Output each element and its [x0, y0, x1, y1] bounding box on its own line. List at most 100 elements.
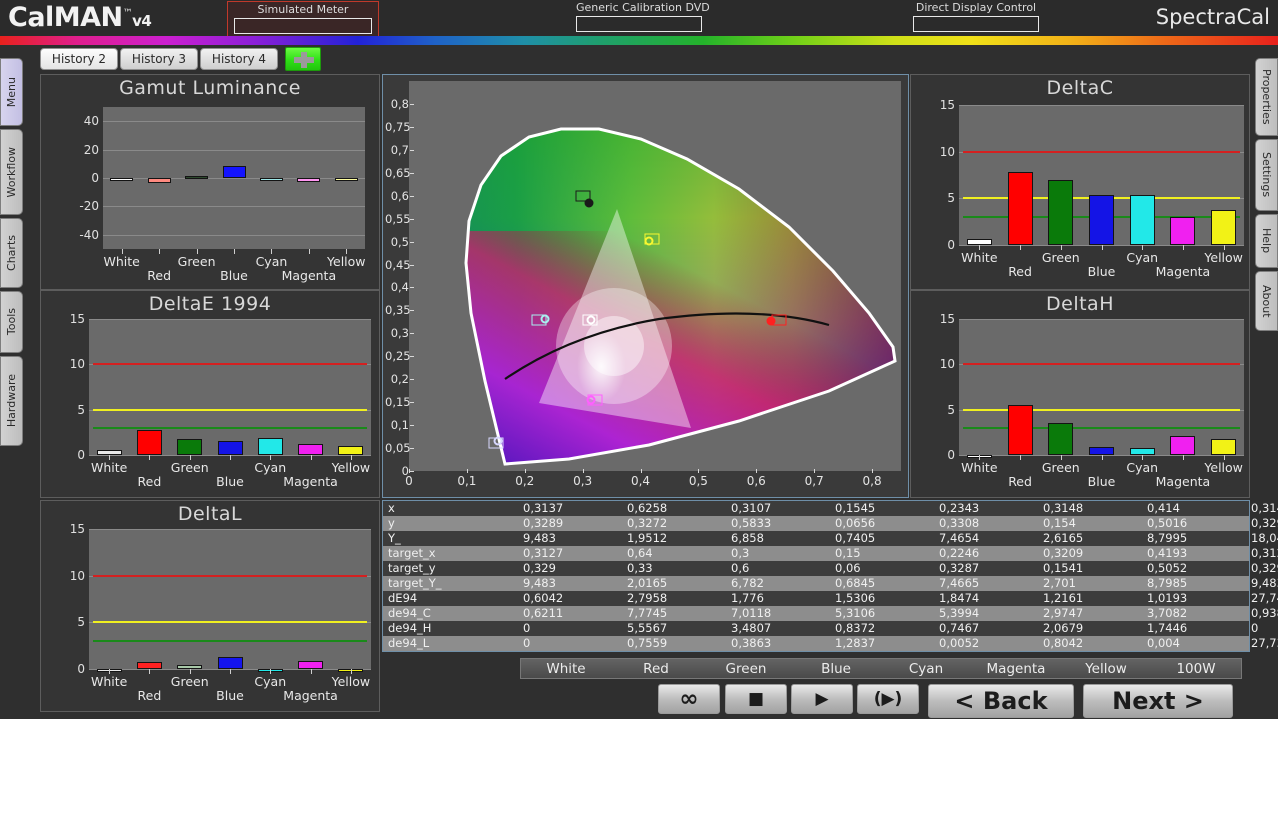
plot-area[interactable]: 40 20 0 -20 -40 [79, 107, 365, 254]
bar-magenta[interactable] [298, 443, 324, 455]
table-row[interactable]: target_x 0,3127 0,64 0,3 0,15 0,2246 0,3209 0,4… [383, 546, 1278, 561]
continuous-loop-button[interactable]: ∞ [658, 684, 720, 714]
color-patch-blue[interactable]: Blue [791, 661, 881, 677]
bar-red[interactable] [136, 429, 162, 455]
table-row[interactable]: de94_L 0 0,7559 0,3863 1,2837 0,0052 0,8042 0,0… [383, 636, 1278, 651]
sidebar-item-menu[interactable]: Menu [0, 58, 23, 126]
meter-value-box[interactable] [234, 18, 372, 34]
bar-magenta[interactable] [297, 178, 321, 183]
x-axis-label-cyan: Cyan [1126, 460, 1159, 475]
color-patch-green[interactable]: Green [701, 661, 791, 677]
tab-history-4[interactable]: History 4 [200, 48, 278, 70]
bar-white[interactable] [110, 178, 134, 181]
bar-magenta[interactable] [298, 661, 324, 669]
bar-blue[interactable] [217, 657, 243, 669]
bar-cyan[interactable] [257, 438, 283, 455]
table-cell: 0,3299 [1251, 516, 1278, 530]
cie-measured-marker-red[interactable] [766, 316, 776, 326]
x-axis-label-green: Green [1041, 460, 1080, 475]
bar-cyan[interactable] [1129, 194, 1155, 245]
bar-red[interactable] [1007, 404, 1033, 455]
bar-green[interactable] [185, 176, 209, 180]
cie-measured-marker-white[interactable] [586, 315, 596, 325]
bar-magenta[interactable] [1170, 436, 1196, 455]
plot-area[interactable]: 15 10 5 0 [70, 312, 371, 462]
source-value-box[interactable] [576, 16, 702, 32]
bar-green[interactable] [1048, 179, 1074, 245]
brand-version: v4 [132, 12, 152, 30]
deltah-panel: DeltaH 15 10 5 0 White Red Green Blue Cyan Magenta… [910, 290, 1250, 498]
back-button[interactable]: < Back [928, 684, 1074, 718]
sidebar-item-settings[interactable]: Settings [1255, 139, 1278, 211]
sidebar-item-charts[interactable]: Charts [0, 218, 23, 288]
bar-yellow[interactable] [338, 445, 364, 455]
cie-measured-marker-cyan[interactable] [540, 314, 550, 324]
table-cell: 0,3107 [731, 501, 772, 515]
bar-red[interactable] [136, 661, 162, 669]
display-control-selector[interactable]: Direct Display Control [913, 1, 1039, 32]
tab-history-3[interactable]: History 3 [120, 48, 198, 70]
bar-magenta[interactable] [1170, 217, 1196, 245]
sidebar-item-workflow[interactable]: Workflow [0, 129, 23, 215]
color-patch-selector-bar[interactable]: White Red Green Blue Cyan Magenta Yellow 100W [520, 658, 1242, 679]
bar-yellow[interactable] [334, 178, 358, 181]
table-cell: 27,7333 [1251, 636, 1278, 650]
cie-x-tickmark [756, 469, 758, 473]
x-axis-label-red: Red [1008, 264, 1032, 279]
table-row[interactable]: de94_C 0,6211 7,7745 7,0118 5,3106 5,3994 2,97… [383, 606, 1278, 621]
play-button[interactable]: ▶ [791, 684, 853, 714]
table-cell: 0,7405 [835, 531, 876, 545]
sidebar-item-tools[interactable]: Tools [0, 291, 23, 353]
bar-yellow[interactable] [1211, 439, 1237, 455]
tab-history-2[interactable]: History 2 [40, 48, 118, 70]
add-history-tab-button[interactable] [285, 47, 321, 71]
plot-area[interactable]: 15 10 5 0 [940, 312, 1244, 462]
x-axis-tick [1101, 245, 1103, 250]
plot-area[interactable]: 15 10 5 0 [70, 522, 371, 676]
color-patch-red[interactable]: Red [611, 661, 701, 677]
bar-blue[interactable] [222, 166, 246, 178]
cie-chromaticity-panel[interactable]: 0 0,05 0,1 0,15 0,2 0,25 0,3 0,35 0,4 0,45 0,5 0,55… [382, 74, 909, 498]
bar-blue[interactable] [217, 441, 243, 455]
bar-yellow[interactable] [1211, 210, 1237, 245]
display-control-value-box[interactable] [913, 16, 1039, 32]
bar-green[interactable] [177, 438, 203, 455]
color-patch-100w[interactable]: 100W [1151, 661, 1241, 677]
measurement-data-table[interactable]: x 0,3137 0,6258 0,3107 0,1545 0,2343 0,3148 0,4… [382, 500, 1278, 652]
x-axis-label-white: White [103, 254, 140, 269]
table-row[interactable]: x 0,3137 0,6258 0,3107 0,1545 0,2343 0,3148 0,4… [383, 501, 1278, 516]
table-row[interactable]: de94_H 0 5,5567 3,4807 0,8372 0,7467 2,0679 1,7… [383, 621, 1258, 636]
sidebar-item-properties[interactable]: Properties [1255, 58, 1278, 136]
table-row[interactable]: Y_ 9,483 1,9512 6,858 0,7405 7,4654 2,6165 8,79… [383, 531, 1278, 546]
single-step-button[interactable]: (▶) [857, 684, 919, 714]
cie-plot-area[interactable] [409, 81, 901, 471]
next-button[interactable]: Next > [1083, 684, 1233, 718]
gridline [103, 121, 365, 123]
bar-cyan[interactable] [259, 178, 283, 181]
stop-button[interactable]: ■ [725, 684, 787, 714]
table-row[interactable]: target_Y_ 9,483 2,0165 6,782 0,6845 7,4665 2,7… [383, 576, 1278, 591]
bar-red[interactable] [147, 178, 171, 183]
color-patch-white[interactable]: White [521, 661, 611, 677]
sidebar-item-about[interactable]: About [1255, 271, 1278, 331]
bar-blue[interactable] [1089, 447, 1114, 455]
bar-red[interactable] [1007, 172, 1033, 245]
bar-blue[interactable] [1089, 195, 1114, 245]
cie-measured-marker-blue[interactable] [493, 436, 503, 446]
sidebar-item-hardware[interactable]: Hardware [0, 356, 23, 446]
plot-area[interactable]: 15 10 5 0 [940, 98, 1244, 252]
bar-green[interactable] [1048, 423, 1074, 455]
table-row[interactable]: target_y 0,329 0,33 0,6 0,06 0,3287 0,1541 0,50… [383, 561, 1278, 576]
color-patch-yellow[interactable]: Yellow [1061, 661, 1151, 677]
meter-selector[interactable]: Simulated Meter [227, 1, 379, 39]
table-row[interactable]: dE94 0,6042 2,7958 1,776 1,5306 1,8474 1,2161 1… [383, 591, 1278, 606]
cie-measured-marker-yellow[interactable] [644, 236, 654, 246]
source-selector[interactable]: Generic Calibration DVD [576, 1, 710, 32]
bar-cyan[interactable] [1129, 448, 1155, 455]
cie-measured-marker-green[interactable] [584, 198, 594, 208]
cie-measured-marker-magenta[interactable] [586, 395, 596, 405]
color-patch-magenta[interactable]: Magenta [971, 661, 1061, 677]
table-row[interactable]: y 0,3289 0,3272 0,5833 0,0656 0,3308 0,154 0,50… [383, 516, 1278, 531]
color-patch-cyan[interactable]: Cyan [881, 661, 971, 677]
sidebar-item-help[interactable]: Help [1255, 214, 1278, 268]
